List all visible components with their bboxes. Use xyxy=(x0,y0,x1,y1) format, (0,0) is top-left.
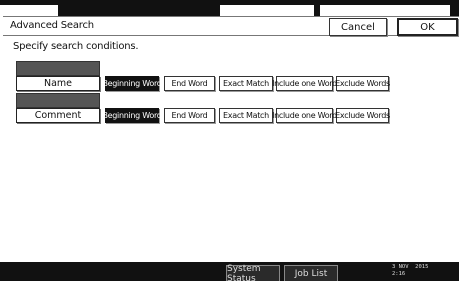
name-field-button[interactable]: Name xyxy=(16,76,100,91)
top-bar-tab xyxy=(320,5,450,16)
date-time-display: 3 NOV 2015 2:16 xyxy=(392,264,428,278)
name-option-exact-match[interactable]: Exact Match xyxy=(219,76,273,91)
search-row-comment: Comment Beginning Word End Word Exact Ma… xyxy=(16,93,456,125)
comment-option-exclude-words[interactable]: Exclude Words xyxy=(335,108,390,123)
top-bar xyxy=(0,0,459,16)
comment-field-button[interactable]: Comment xyxy=(16,108,100,123)
top-bar-tab xyxy=(220,5,314,16)
name-option-beginning-word[interactable]: Beginning Word xyxy=(102,76,162,91)
top-bar-tab xyxy=(0,5,58,16)
header-bar: Advanced Search Cancel OK xyxy=(3,16,459,36)
instruction-text: Specify search conditions. xyxy=(13,41,139,52)
cancel-button[interactable]: Cancel xyxy=(329,18,387,36)
page-title: Advanced Search xyxy=(10,20,94,31)
comment-option-include-one-word[interactable]: Include one Word xyxy=(272,108,337,123)
field-tab-indicator xyxy=(16,61,100,76)
search-row-name: Name Beginning Word End Word Exact Match… xyxy=(16,61,456,93)
name-option-include-one-word[interactable]: Include one Word xyxy=(272,76,337,91)
time-text: 2:16 xyxy=(392,271,406,277)
name-option-end-word[interactable]: End Word xyxy=(164,76,215,91)
comment-option-beginning-word[interactable]: Beginning Word xyxy=(102,108,162,123)
field-tab-indicator xyxy=(16,93,100,108)
date-text: 3 NOV 2015 xyxy=(392,264,429,270)
name-option-exclude-words[interactable]: Exclude Words xyxy=(335,76,390,91)
ok-button[interactable]: OK xyxy=(397,18,458,36)
job-list-button[interactable]: Job List xyxy=(284,265,338,281)
system-status-button[interactable]: System Status xyxy=(226,264,280,281)
comment-option-end-word[interactable]: End Word xyxy=(164,108,215,123)
comment-option-exact-match[interactable]: Exact Match xyxy=(219,108,273,123)
status-bar: System Status Job List 3 NOV 2015 2:16 xyxy=(0,262,459,281)
